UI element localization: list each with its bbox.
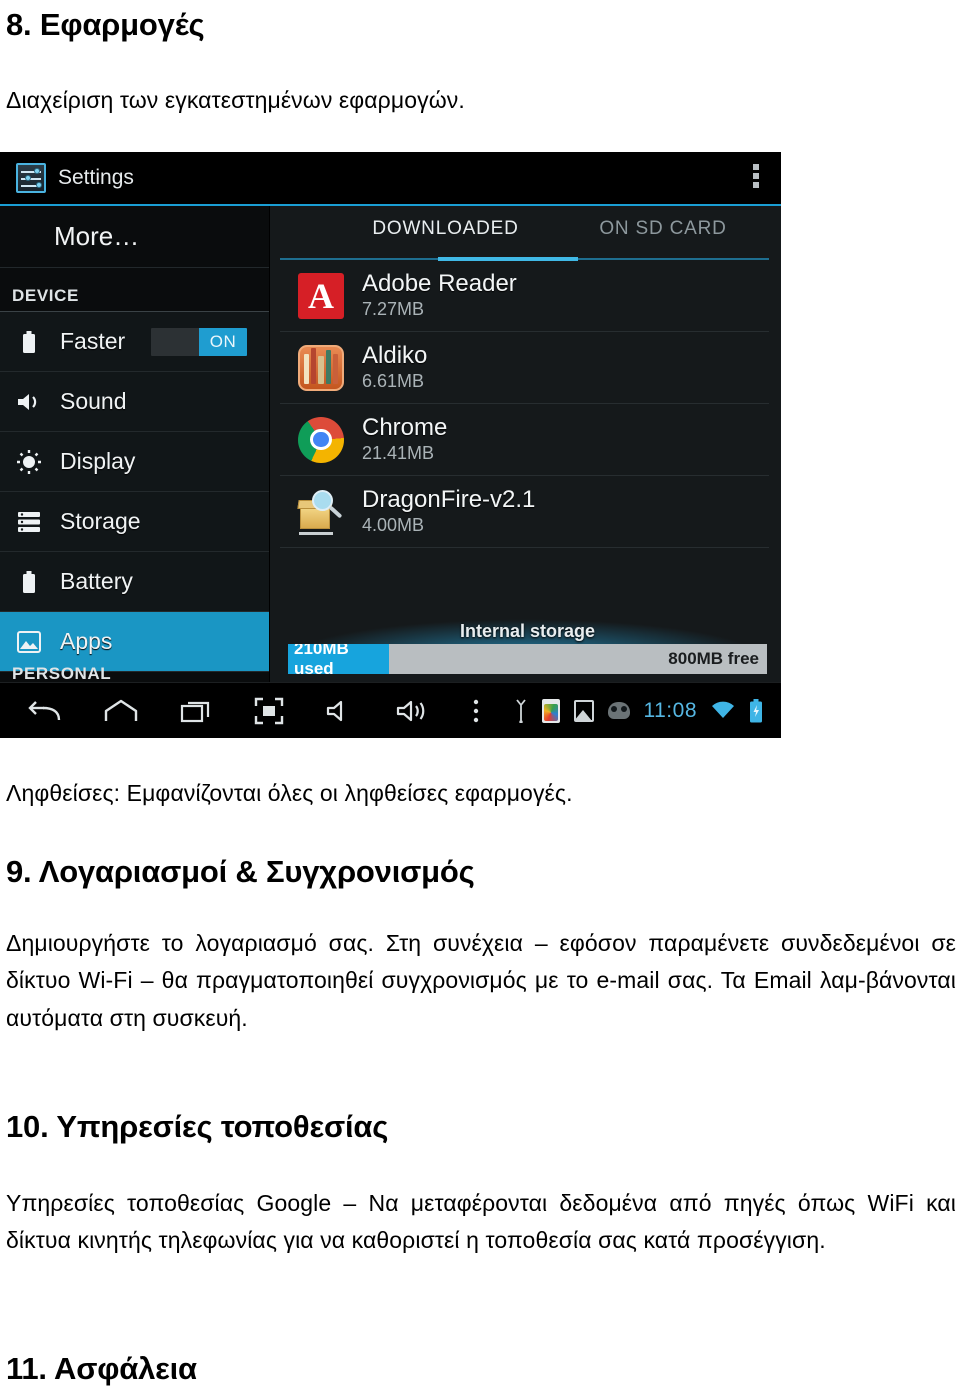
section-10-body: Υπηρεσίες τοποθεσίας Google – Να μεταφέρ… xyxy=(6,1190,956,1254)
recents-icon[interactable] xyxy=(180,699,212,723)
sidebar-item-label: Faster xyxy=(60,328,126,354)
volume-up-icon[interactable] xyxy=(396,699,430,723)
android-navigation-bar: 11:08 xyxy=(0,682,781,738)
volume-down-icon[interactable] xyxy=(326,699,354,723)
storage-label: Internal storage xyxy=(459,621,596,641)
sidebar-item-storage[interactable]: Storage xyxy=(0,492,269,552)
sidebar-item-label: Display xyxy=(60,448,136,474)
wifi-icon xyxy=(711,701,735,721)
app-list-item[interactable]: Chrome 21.41MB xyxy=(280,404,769,476)
apps-image-icon xyxy=(14,629,44,655)
app-list-item[interactable]: DragonFire-v2.1 4.00MB xyxy=(280,476,769,548)
app-size: 21.41MB xyxy=(362,442,435,463)
settings-sidebar: More… DEVICE Faster ON Sound Display Sto… xyxy=(0,206,270,684)
battery-icon xyxy=(14,329,44,355)
sidebar-item-apps[interactable]: Apps xyxy=(0,612,269,672)
app-name: Adobe Reader xyxy=(362,270,517,297)
sidebar-item-more[interactable]: More… xyxy=(0,206,269,268)
tab-on-sd-card[interactable]: ON SD CARD xyxy=(563,218,763,250)
chrome-icon xyxy=(298,416,344,463)
sidebar-item-sound[interactable]: Sound xyxy=(0,372,269,432)
app-list-item[interactable]: Aldiko 6.61MB xyxy=(280,332,769,404)
storage-free-label: 800MB free xyxy=(668,649,759,668)
battery-icon xyxy=(14,569,44,595)
sidebar-group-device: DEVICE xyxy=(0,268,269,312)
sidebar-item-display[interactable]: Display xyxy=(0,432,269,492)
app-size: 4.00MB xyxy=(362,514,425,535)
toggle-on-label: ON xyxy=(199,327,247,356)
overflow-menu-icon[interactable] xyxy=(753,164,759,188)
app-size: 7.27MB xyxy=(362,298,425,319)
screenshot-app-title: Settings xyxy=(58,166,134,189)
tab-underline xyxy=(280,257,769,261)
apps-pane: DOWNLOADED ON SD CARD A Adobe Reader 7.2… xyxy=(270,206,781,684)
battery-charging-icon xyxy=(749,698,763,723)
app-size: 6.61MB xyxy=(362,370,425,391)
owl-icon xyxy=(607,702,630,719)
home-icon[interactable] xyxy=(104,699,138,723)
sidebar-item-battery[interactable]: Battery xyxy=(0,552,269,612)
dragonfire-icon xyxy=(297,489,344,535)
storage-icon xyxy=(14,509,44,535)
sidebar-item-faster[interactable]: Faster ON xyxy=(0,312,269,372)
app-list-item[interactable]: A Adobe Reader 7.27MB xyxy=(280,260,769,332)
document-page: 8. Εφαρμογές Διαχείριση των εγκατεστημέν… xyxy=(0,0,960,1395)
settings-sliders-icon xyxy=(16,163,46,193)
section-10-heading: 10. Υπηρεσίες τοποθεσίας xyxy=(6,1109,389,1144)
section-8-caption: Ληφθείσες: Εμφανίζονται όλες οι ληφθείσε… xyxy=(6,780,573,806)
section-9-body: Δημιουργήστε το λογαριασμό σας. Στη συνέ… xyxy=(6,930,956,1031)
sidebar-item-label: Apps xyxy=(60,628,113,654)
speaker-icon xyxy=(14,389,44,415)
status-icons: 11:08 xyxy=(514,698,764,723)
sidebar-item-label: Storage xyxy=(60,508,141,534)
sidebar-group-label: PERSONAL xyxy=(12,664,112,683)
toggle-off-track xyxy=(151,327,199,356)
section-8-subtitle: Διαχείριση των εγκατεστημένων εφαρμογών. xyxy=(6,87,465,113)
tab-active-indicator xyxy=(438,257,578,261)
storage-used-label: 210MB used xyxy=(288,644,389,674)
clipboard-icon xyxy=(541,698,560,723)
screenshot-body: More… DEVICE Faster ON Sound Display Sto… xyxy=(0,206,781,684)
usb-icon xyxy=(514,698,528,723)
section-11-heading: 11. Ασφάλεια xyxy=(6,1351,197,1386)
menu-icon[interactable] xyxy=(472,698,480,724)
sidebar-group-label: DEVICE xyxy=(12,286,79,305)
android-settings-screenshot: Settings More… DEVICE Faster ON Sound Di… xyxy=(0,152,781,738)
apps-tab-bar: DOWNLOADED ON SD CARD xyxy=(270,206,781,261)
sidebar-item-label: More… xyxy=(54,221,140,251)
downloaded-apps-list: A Adobe Reader 7.27MB Aldiko 6.61MB Chro… xyxy=(270,260,781,615)
internal-storage-summary: Internal storage 210MB used 800MB free xyxy=(270,615,781,684)
brightness-icon xyxy=(14,449,44,475)
sidebar-item-label: Battery xyxy=(60,568,133,594)
aldiko-icon xyxy=(298,344,344,391)
screenshot-action-bar: Settings xyxy=(0,152,781,206)
section-9-heading: 9. Λογαριασμοί & Συγχρονισμός xyxy=(6,854,475,889)
sidebar-item-label: Sound xyxy=(60,388,127,414)
app-name: DragonFire-v2.1 xyxy=(362,486,536,513)
back-icon[interactable] xyxy=(28,698,62,724)
storage-bar: 210MB used 800MB free xyxy=(288,644,767,674)
tab-downloaded[interactable]: DOWNLOADED xyxy=(328,218,563,250)
gallery-icon xyxy=(573,699,594,722)
faster-toggle[interactable]: ON xyxy=(151,327,247,356)
screenshot-icon[interactable] xyxy=(254,697,284,725)
adobe-reader-icon: A xyxy=(298,272,344,319)
app-name: Aldiko xyxy=(362,342,428,369)
app-name: Chrome xyxy=(362,414,448,441)
section-8-heading: 8. Εφαρμογές xyxy=(6,7,205,42)
status-time: 11:08 xyxy=(643,698,697,722)
